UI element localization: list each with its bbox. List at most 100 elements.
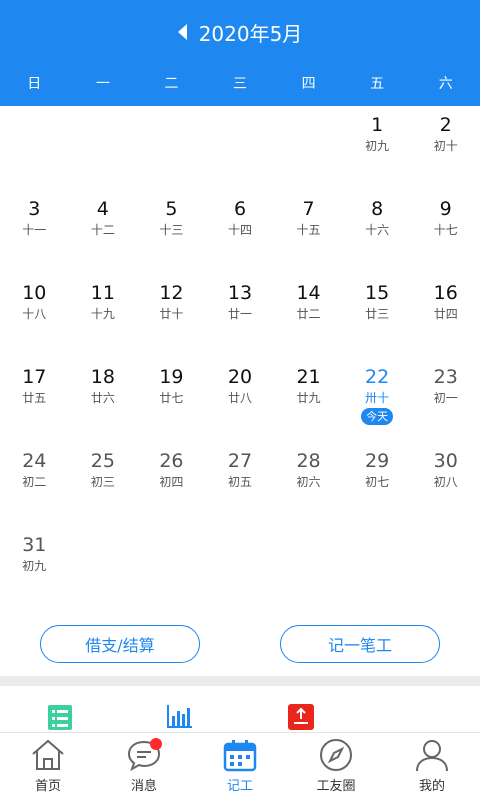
bottom-tab-bar: 首页 消息 记工 工友圈 我的 [0,732,480,800]
lunar-date: 十九 [90,307,115,321]
calendar-empty-cell [274,106,343,190]
tab-workmates[interactable]: 工友圈 [288,733,384,800]
day-number: 15 [365,282,390,304]
calendar-empty-cell [0,106,69,190]
lunar-date: 卅十 [365,391,390,405]
lunar-date: 十二 [90,223,115,237]
record-work-button[interactable]: 记一笔工 [280,625,440,663]
calendar-day[interactable]: 1 初九 [343,106,412,190]
lunar-date: 十八 [22,307,47,321]
day-number: 20 [227,366,253,388]
calendar-day[interactable]: 3 十一 [0,190,69,274]
lunar-date: 初七 [365,475,390,489]
calendar-day[interactable]: 15 廿三 [343,274,412,358]
calendar-day[interactable]: 12 廿十 [137,274,206,358]
calendar-day[interactable]: 6 十四 [206,190,275,274]
lunar-date: 十七 [433,223,458,237]
calendar-day[interactable]: 14 廿二 [274,274,343,358]
lunar-date: 初一 [433,391,458,405]
calendar-day[interactable]: 18 廿六 [69,358,138,442]
upload-icon[interactable] [287,702,315,730]
day-number: 17 [22,366,47,388]
section-divider [0,676,480,686]
calendar-day[interactable]: 17 廿五 [0,358,69,442]
day-number: 6 [233,198,247,220]
day-number: 25 [90,450,115,472]
lunar-date: 廿二 [296,307,321,321]
calendar-day[interactable]: 24 初二 [0,442,69,526]
day-number: 13 [227,282,253,304]
lunar-date: 初二 [22,475,47,489]
calendar-day[interactable]: 30 初八 [411,442,480,526]
calendar-day[interactable]: 26 初四 [137,442,206,526]
tab-home[interactable]: 首页 [0,733,96,800]
user-icon [416,740,448,772]
calendar-day[interactable]: 29 初七 [343,442,412,526]
weekday-label: 六 [438,76,453,92]
day-number: 14 [296,282,321,304]
calendar-day[interactable]: 4 十二 [69,190,138,274]
list-icon[interactable] [46,702,74,730]
chart-icon[interactable] [165,702,193,730]
lunar-date: 廿十 [159,307,184,321]
lunar-date: 十三 [159,223,184,237]
calendar-day[interactable]: 20 廿八 [206,358,275,442]
day-number: 29 [365,450,390,472]
borrow-settle-button[interactable]: 借支/结算 [40,625,200,663]
lunar-date: 初九 [365,139,390,153]
calendar-day[interactable]: 2 初十 [411,106,480,190]
day-number: 7 [302,198,315,220]
lunar-date: 廿四 [433,307,458,321]
weekday-label: 一 [95,76,110,92]
day-number: 2 [439,114,452,136]
lunar-date: 初四 [159,475,184,489]
tab-profile[interactable]: 我的 [384,733,480,800]
calendar-day[interactable]: 8 十六 [343,190,412,274]
calendar-day[interactable]: 9 十七 [411,190,480,274]
calendar-day[interactable]: 27 初五 [206,442,275,526]
tab-label: 消息 [130,779,157,794]
lunar-date: 十六 [365,223,390,237]
lunar-date: 十五 [296,223,321,237]
lunar-date: 廿五 [22,391,47,405]
day-number: 21 [296,366,321,388]
lunar-date: 廿九 [296,391,321,405]
day-number: 11 [90,282,115,304]
home-icon [32,739,64,770]
calendar-day[interactable]: 28 初六 [274,442,343,526]
calendar-day[interactable]: 31 初九 [0,526,69,610]
calendar-grid: 1 初九 2 初十 3 十一 4 十二 5 十三 6 十四 7 十五 8 十六 9 十七 10 十八 11 十九 12 廿十 1… [0,106,480,610]
day-number: 22 [365,366,390,388]
day-number: 26 [159,450,184,472]
day-number: 23 [433,366,458,388]
calendar-day[interactable]: 23 初一 [411,358,480,442]
lunar-date: 初十 [433,139,458,153]
compass-icon [320,739,352,771]
lunar-date: 廿三 [365,307,390,321]
calendar-day[interactable]: 11 十九 [69,274,138,358]
calendar-day[interactable]: 21 廿九 [274,358,343,442]
calendar-day[interactable]: 16 廿四 [411,274,480,358]
lunar-date: 初六 [296,475,321,489]
previous-month-icon[interactable] [177,24,187,40]
calendar-empty-cell [206,106,275,190]
calendar-day[interactable]: 5 十三 [137,190,206,274]
lunar-date: 廿七 [159,391,184,405]
day-number: 1 [371,114,384,136]
day-number: 28 [296,450,321,472]
calendar-day[interactable]: 13 廿一 [206,274,275,358]
tab-messages[interactable]: 消息 [96,733,192,800]
calendar-day[interactable]: 10 十八 [0,274,69,358]
calendar-day[interactable]: 19 廿七 [137,358,206,442]
calendar-day[interactable]: 7 十五 [274,190,343,274]
day-number: 5 [165,198,178,220]
day-number: 24 [22,450,47,472]
lunar-date: 初九 [22,559,47,573]
day-number: 3 [28,198,41,220]
calendar-day[interactable]: 25 初三 [69,442,138,526]
calendar-day-today[interactable]: 22 卅十 今天 [343,358,412,442]
tab-record[interactable]: 记工 [192,733,288,800]
month-title[interactable]: 2020年5月 [199,18,303,47]
month-bar: 2020年5月 [0,14,480,50]
tab-label: 记工 [226,779,253,794]
